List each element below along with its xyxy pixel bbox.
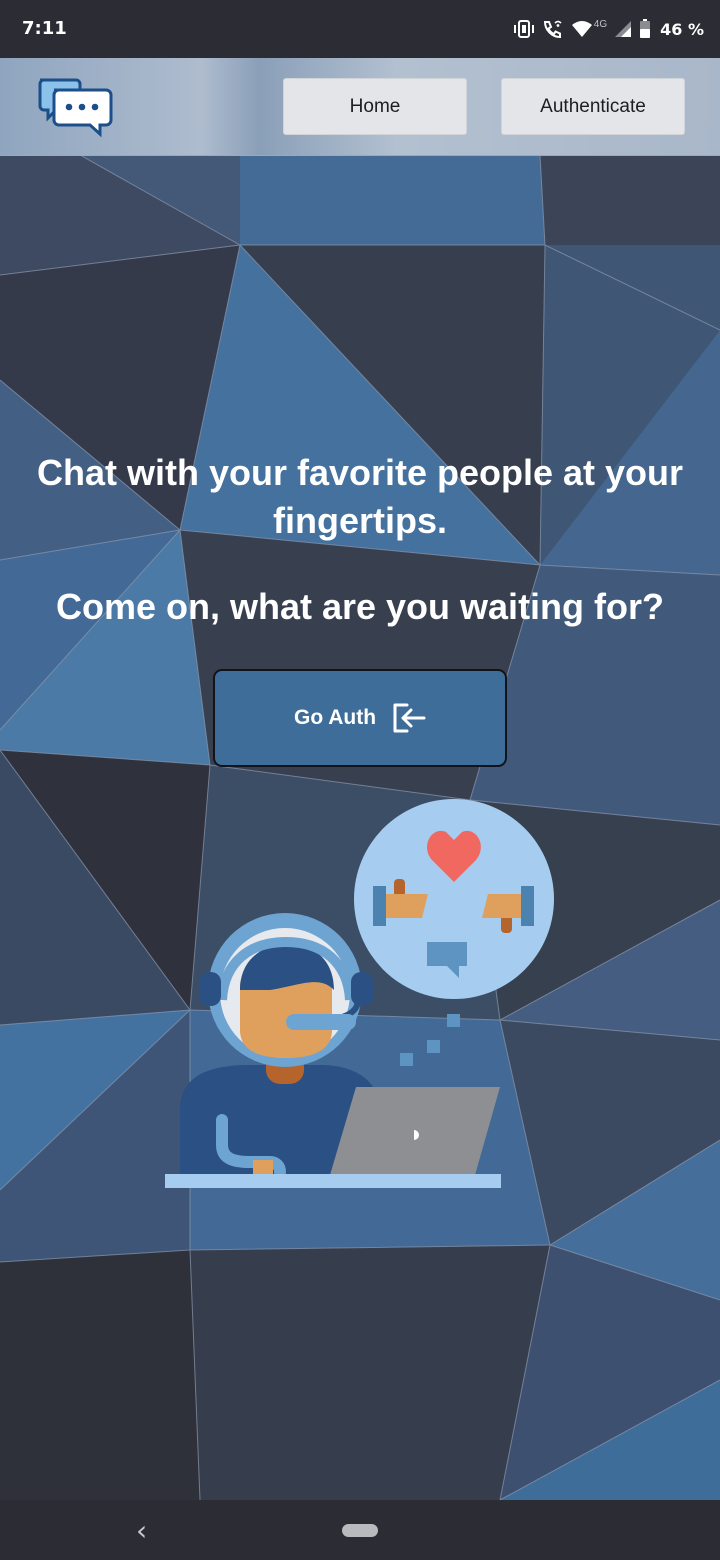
app-screen: 7:11 4G 46 % Home Authenticate Chat with… — [0, 0, 720, 1560]
home-pill[interactable] — [342, 1524, 378, 1537]
chat-bubbles-icon[interactable] — [36, 76, 114, 138]
vibrate-icon — [513, 20, 534, 38]
battery-percent: 46 % — [660, 19, 704, 39]
app-header: Home Authenticate — [0, 58, 720, 156]
go-auth-button[interactable]: Go Auth — [213, 669, 507, 767]
login-icon — [393, 703, 426, 733]
status-time: 7:11 — [22, 18, 67, 39]
wifi-call-icon — [543, 20, 562, 39]
network-type-label: 4G — [593, 18, 608, 30]
hero-tagline: Chat with your favorite people at your f… — [36, 452, 684, 541]
go-auth-label: Go Auth — [293, 706, 377, 729]
wifi-icon — [571, 21, 592, 37]
back-icon[interactable]: ‹ — [136, 1514, 147, 1547]
support-agent-illustration — [165, 799, 554, 1188]
status-bar: 7:11 4G 46 % — [0, 0, 720, 58]
home-button[interactable]: Home — [283, 78, 467, 135]
status-icons: 4G 46 % — [513, 14, 704, 44]
signal-icon — [615, 21, 632, 37]
hero-call-to-action-text: Come on, what are you waiting for? — [55, 586, 665, 627]
system-navigation-bar: ‹ — [0, 1500, 720, 1560]
battery-icon — [640, 19, 651, 38]
headset-icon — [286, 1014, 356, 1030]
authenticate-button[interactable]: Authenticate — [501, 78, 685, 135]
